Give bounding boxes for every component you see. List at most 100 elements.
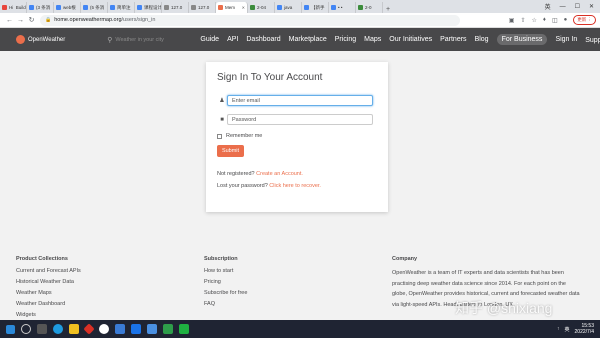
- browser-tab[interactable]: Mem ✕: [216, 2, 248, 13]
- app-blue-icon[interactable]: [131, 324, 141, 334]
- browser-tab[interactable]: 【新手: [302, 2, 329, 13]
- nav-item-partners[interactable]: Partners: [440, 36, 466, 43]
- forward-arrow-icon[interactable]: →: [15, 17, 26, 24]
- footer-link[interactable]: How to start: [204, 268, 247, 274]
- folder-icon[interactable]: [69, 324, 79, 334]
- nav-item-blog[interactable]: Blog: [475, 36, 489, 43]
- openweather-logo[interactable]: OpenWeather: [16, 35, 65, 44]
- share-icon[interactable]: ⇧: [520, 17, 525, 24]
- app-green-icon[interactable]: [163, 324, 173, 334]
- nav-item-pricing[interactable]: Pricing: [335, 36, 356, 43]
- nav-item-maps[interactable]: Maps: [364, 36, 381, 43]
- email-field[interactable]: [227, 95, 373, 106]
- footer-link[interactable]: Weather Maps: [16, 290, 81, 296]
- update-button[interactable]: 更新 ⋮: [573, 15, 596, 25]
- search-circle-icon[interactable]: [21, 324, 31, 334]
- browser-tab[interactable]: • •: [329, 2, 356, 13]
- nav-item-dashboard[interactable]: Dashboard: [246, 36, 280, 43]
- vscode-icon[interactable]: [115, 324, 125, 334]
- tab-label: 2-04: [257, 5, 267, 10]
- tab-list: Hi Build (3 条消 web根 (5 条消 简单注 课程设计 127.0 127.0 M…: [0, 2, 383, 13]
- browser-tab[interactable]: 2-04: [248, 2, 275, 13]
- nav-item-api[interactable]: API: [227, 36, 238, 43]
- nav-item-sign-in[interactable]: Sign In: [555, 36, 577, 43]
- browser-tab[interactable]: (5 条消: [81, 2, 108, 13]
- nav-item-support[interactable]: Support ▾: [585, 36, 600, 44]
- footer-link[interactable]: Historical Weather Data: [16, 279, 81, 285]
- chrome-icon[interactable]: [99, 324, 109, 334]
- new-tab-button[interactable]: +: [383, 6, 393, 13]
- footer-heading: Subscription: [204, 256, 238, 262]
- reload-icon[interactable]: ↻: [26, 16, 37, 24]
- lock-icon: 🔒: [45, 17, 52, 23]
- browser-tab[interactable]: Hi Build: [0, 2, 27, 13]
- tab-favicon-icon: [250, 5, 255, 10]
- tab-favicon-icon: [29, 5, 34, 10]
- footer-link[interactable]: FAQ: [204, 301, 247, 307]
- password-field[interactable]: [227, 114, 373, 125]
- ime-tray-indicator[interactable]: 英: [565, 326, 570, 333]
- minimize-icon[interactable]: —: [560, 4, 566, 10]
- task-view-icon[interactable]: [37, 324, 47, 334]
- footer-link[interactable]: Widgets: [16, 312, 81, 318]
- browser-tab[interactable]: 简单注: [108, 2, 135, 13]
- recover-password-link[interactable]: Click here to recover.: [269, 183, 321, 189]
- footer-link[interactable]: Current and Forecast APIs: [16, 268, 81, 274]
- browser-tab[interactable]: (3 条消: [27, 2, 54, 13]
- tab-close-icon[interactable]: ✕: [242, 5, 245, 10]
- tab-label: (5 条消: [90, 4, 105, 10]
- remember-me-label[interactable]: Remember me: [226, 133, 262, 139]
- site-header: OpenWeather ⚲ Guide API Dashboard Marketpla…: [0, 28, 600, 51]
- browser-tab[interactable]: java: [275, 2, 302, 13]
- tab-label: 2-0: [365, 5, 372, 10]
- tab-favicon-icon: [83, 5, 88, 10]
- ime-indicator[interactable]: 英: [545, 2, 551, 11]
- nav-item-for-business[interactable]: For Business: [496, 34, 548, 45]
- tab-label: 简单注: [117, 4, 131, 10]
- footer-link[interactable]: Weather Dashboard: [16, 301, 81, 307]
- remember-me-checkbox[interactable]: [217, 133, 222, 139]
- tab-favicon-icon: [2, 5, 7, 10]
- profile-icon[interactable]: ●: [564, 17, 568, 23]
- tab-label: 127.0: [171, 5, 183, 10]
- app-red-icon[interactable]: [83, 323, 95, 335]
- back-arrow-icon[interactable]: ←: [4, 17, 15, 24]
- password-row: ■: [217, 114, 377, 125]
- browser-tab[interactable]: 127.0: [189, 2, 216, 13]
- close-icon[interactable]: ✕: [589, 3, 594, 10]
- city-search-input[interactable]: [115, 36, 201, 43]
- nav-item-guide[interactable]: Guide: [200, 36, 219, 43]
- create-account-link[interactable]: Create an Account.: [256, 171, 303, 177]
- browser-tab[interactable]: 2-0: [356, 2, 383, 13]
- nav-item-marketplace[interactable]: Marketplace: [289, 36, 327, 43]
- tray-arrow-icon[interactable]: ↑: [557, 326, 560, 332]
- browser-tab[interactable]: 课程设计: [135, 2, 162, 13]
- tab-label: java: [284, 5, 293, 10]
- user-icon: ♟: [219, 98, 225, 104]
- tab-label: (3 条消: [36, 4, 51, 10]
- app-blue2-icon[interactable]: [147, 324, 157, 334]
- remember-me: Remember me: [217, 133, 377, 139]
- sidebar-icon[interactable]: ◫: [552, 17, 558, 24]
- submit-button[interactable]: Submit: [217, 145, 244, 157]
- app-green2-icon[interactable]: [179, 324, 189, 334]
- browser-tab[interactable]: 127.0: [162, 2, 189, 13]
- footer-link[interactable]: Pricing: [204, 279, 247, 285]
- nav-item-our-initiatives[interactable]: Our Initiatives: [389, 36, 432, 43]
- tab-label: Mem: [225, 5, 235, 10]
- tab-favicon-icon: [331, 5, 336, 10]
- not-registered-text: Not registered?: [217, 171, 255, 177]
- translate-icon[interactable]: ▣: [509, 17, 515, 24]
- clock[interactable]: 15:53 2022/7/4: [575, 323, 594, 335]
- edge-icon[interactable]: [53, 324, 63, 334]
- bookmark-star-icon[interactable]: ☆: [531, 17, 536, 24]
- footer-link[interactable]: Subscribe for free: [204, 290, 247, 296]
- start-icon[interactable]: [6, 324, 15, 334]
- tab-label: • •: [338, 5, 343, 10]
- url-field[interactable]: 🔒 home.openweathermap.org /users/sign_in: [40, 14, 460, 26]
- tab-label: 课程设计: [144, 4, 162, 10]
- extensions-icon[interactable]: ♦: [543, 17, 546, 23]
- maximize-icon[interactable]: ☐: [575, 3, 580, 10]
- toolbar-icons: ▣ ⇧ ☆ ♦ ◫ ● 更新 ⋮: [509, 15, 596, 25]
- browser-tab[interactable]: web根: [54, 2, 81, 13]
